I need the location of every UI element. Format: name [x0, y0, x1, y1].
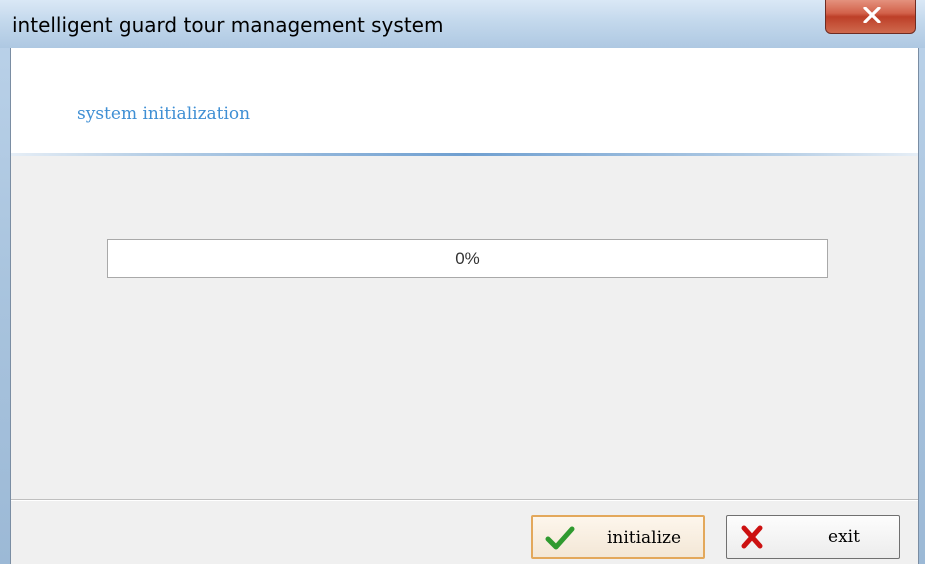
footer-divider	[11, 499, 918, 501]
close-icon	[863, 7, 881, 23]
x-icon	[741, 525, 763, 549]
close-button[interactable]	[825, 0, 916, 34]
progress-bar: 0%	[107, 239, 828, 278]
initialize-button[interactable]: initialize	[531, 515, 705, 559]
page-title: system initialization	[77, 104, 251, 124]
exit-label: exit	[828, 527, 860, 547]
initialize-label: initialize	[606, 528, 682, 548]
title-bar[interactable]: intelligent guard tour management system	[0, 0, 925, 48]
checkmark-icon	[545, 526, 575, 550]
progress-label: 0%	[455, 249, 480, 268]
app-window: intelligent guard tour management system…	[0, 0, 925, 564]
exit-button[interactable]: exit	[726, 515, 900, 559]
header-panel: system initialization	[11, 48, 918, 154]
client-area: system initialization 0% initialize exit	[10, 48, 919, 564]
window-title: intelligent guard tour management system	[12, 13, 444, 37]
header-divider	[11, 153, 918, 156]
